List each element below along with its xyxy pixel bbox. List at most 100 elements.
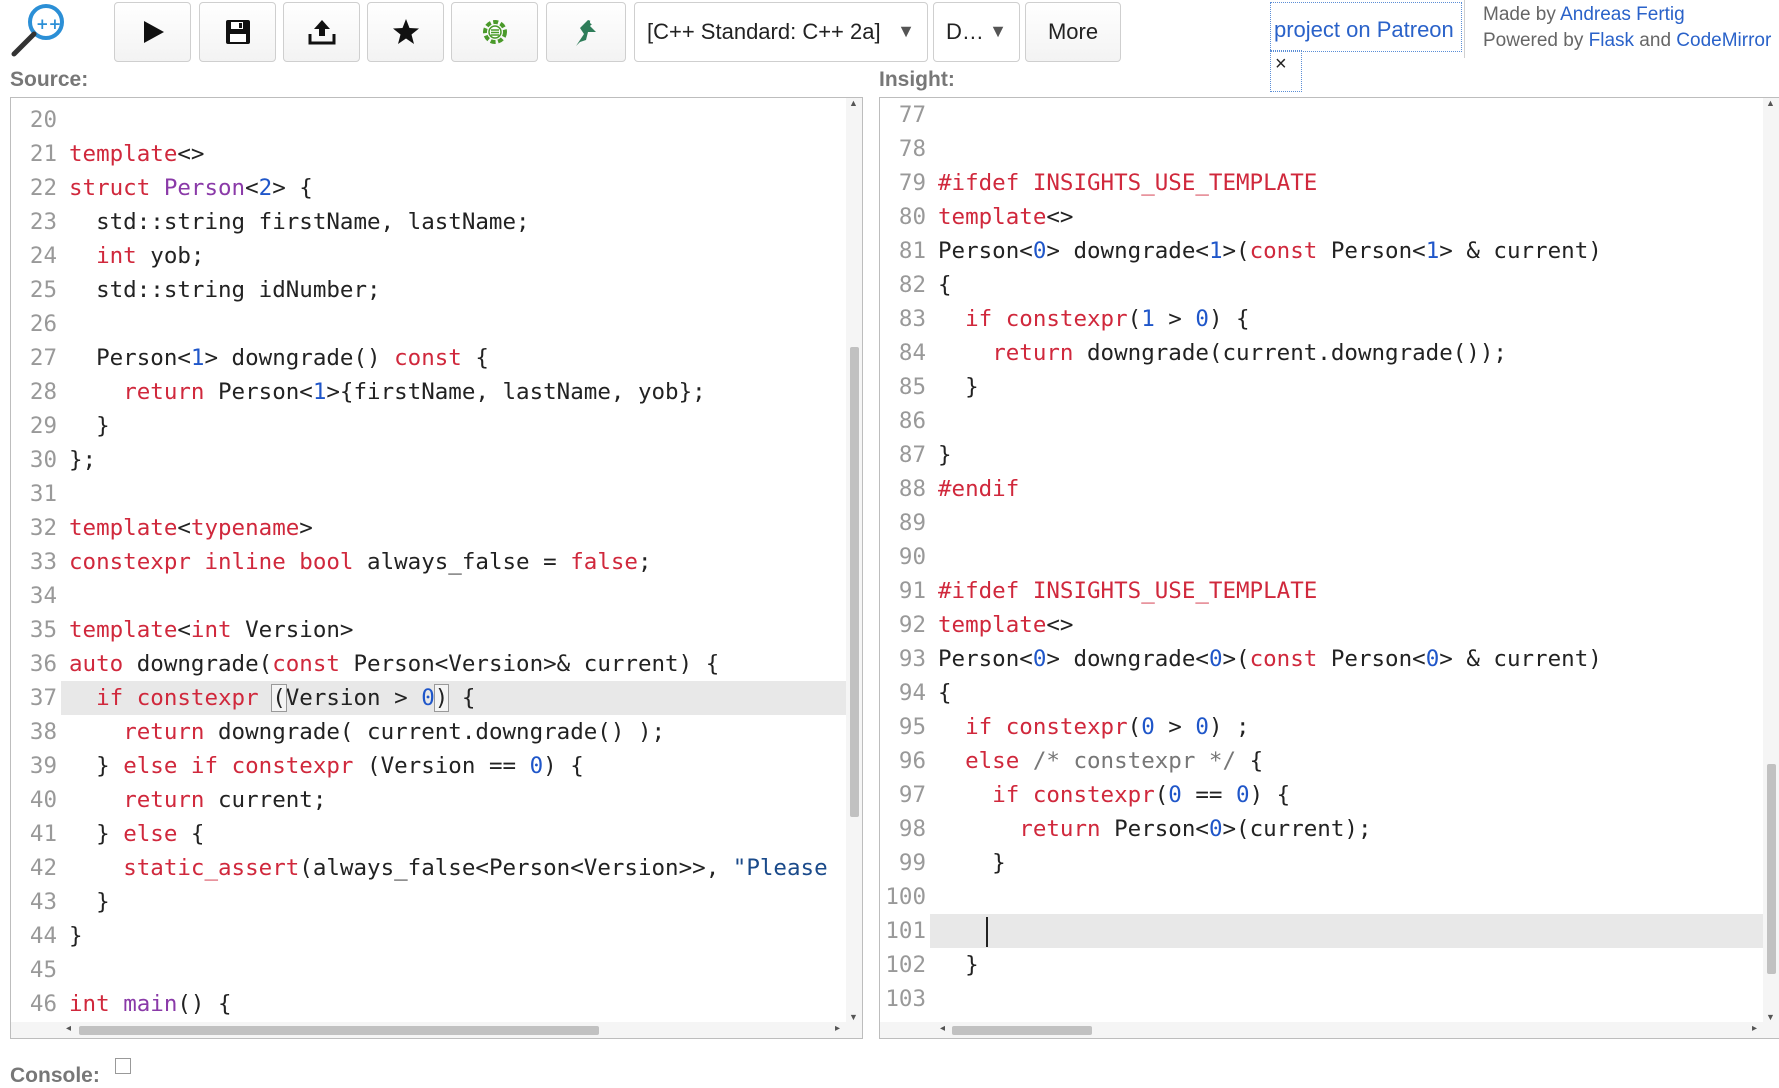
flask-link[interactable]: Flask <box>1589 30 1634 51</box>
code-line[interactable]: 20 <box>11 103 846 137</box>
insight-horizontal-scrollbar[interactable]: ◂ ▸ <box>880 1022 1779 1038</box>
code-line[interactable]: 79 #ifdef INSIGHTS_USE_TEMPLATE <box>880 166 1763 200</box>
code-line[interactable]: 28 return Person<1>{firstName, lastName,… <box>11 375 846 409</box>
code-line[interactable]: 95 if constexpr(0 > 0) ; <box>880 710 1763 744</box>
share-button[interactable] <box>283 2 360 62</box>
code-line[interactable]: 22 struct Person<2> { <box>11 171 846 205</box>
code-line[interactable]: 98 return Person<0>(current); <box>880 812 1763 846</box>
code-line[interactable]: 94 { <box>880 676 1763 710</box>
code-line[interactable]: 81 Person<0> downgrade<1>(const Person<1>… <box>880 234 1763 268</box>
scroll-up-arrow-icon[interactable]: ▲ <box>1766 98 1775 108</box>
code-line[interactable]: 26 <box>11 307 846 341</box>
save-button[interactable] <box>199 2 276 62</box>
code-line[interactable]: 102 } <box>880 948 1763 982</box>
code-line[interactable]: 100 <box>880 880 1763 914</box>
code-line[interactable]: 89 <box>880 506 1763 540</box>
favorite-button[interactable] <box>367 2 444 62</box>
code-line[interactable]: 83 if constexpr(1 > 0) { <box>880 302 1763 336</box>
chevron-down-icon: ▼ <box>897 21 915 41</box>
author-link[interactable]: Andreas Fertig <box>1560 4 1685 25</box>
code-line[interactable]: 97 if constexpr(0 == 0) { <box>880 778 1763 812</box>
more-button[interactable]: More <box>1025 2 1121 62</box>
code-line[interactable]: 38 return downgrade( current.downgrade()… <box>11 715 846 749</box>
line-number: 86 <box>898 408 926 434</box>
code-text: static_assert(always_false<Person<Versio… <box>123 855 828 881</box>
code-line[interactable]: 87} <box>880 438 1763 472</box>
code-line[interactable]: 24 int yob; <box>11 239 846 273</box>
code-line[interactable]: 90 <box>880 540 1763 574</box>
codemirror-link[interactable]: CodeMirror <box>1676 30 1771 51</box>
code-line[interactable]: 23 std::string firstName, lastName; <box>11 205 846 239</box>
line-number: 95 <box>898 714 926 740</box>
code-line[interactable]: 86 <box>880 404 1763 438</box>
scroll-left-arrow-icon[interactable]: ◂ <box>66 1023 71 1034</box>
source-vertical-scroll-thumb[interactable] <box>850 347 859 818</box>
source-vertical-scrollbar[interactable]: ▲ ▼ <box>846 98 862 1022</box>
code-line[interactable]: 91 #ifdef INSIGHTS_USE_TEMPLATE <box>880 574 1763 608</box>
code-line[interactable]: 99 } <box>880 846 1763 880</box>
code-line[interactable]: 35 template<int Version> <box>11 613 846 647</box>
cpp-standard-select[interactable]: [C++ Standard: C++ 2a] ▼ <box>634 2 928 62</box>
code-line[interactable]: 84 return downgrade(current.downgrade())… <box>880 336 1763 370</box>
code-line[interactable]: 78 <box>880 132 1763 166</box>
code-line[interactable]: 29 } <box>11 409 846 443</box>
code-line[interactable]: 36 auto downgrade(const Person<Version>& … <box>11 647 846 681</box>
code-text <box>986 914 988 948</box>
run-button[interactable] <box>114 2 191 62</box>
code-line[interactable]: 30}; <box>11 443 846 477</box>
scroll-down-arrow-icon[interactable]: ▼ <box>1766 1012 1775 1022</box>
code-line[interactable]: 44} <box>11 919 846 953</box>
scroll-right-arrow-icon[interactable]: ▸ <box>1752 1023 1757 1034</box>
scroll-right-arrow-icon[interactable]: ▸ <box>835 1023 840 1034</box>
console-toggle-checkbox[interactable] <box>115 1058 131 1074</box>
code-line[interactable]: 46 int main() { <box>11 987 846 1021</box>
compiler-explorer-button[interactable] <box>451 2 538 62</box>
insight-editor[interactable]: 77 78 79 #ifdef INSIGHTS_USE_TEMPLATE 80 temp… <box>879 97 1779 1039</box>
line-number: 85 <box>898 374 926 400</box>
source-editor[interactable]: 192021template<>22struct Person<2> {23 s… <box>10 97 863 1039</box>
source-horizontal-scroll-thumb[interactable] <box>79 1026 599 1035</box>
patreon-close-button[interactable]: × <box>1270 50 1302 92</box>
scroll-left-arrow-icon[interactable]: ◂ <box>940 1023 945 1034</box>
source-horizontal-scrollbar[interactable]: ◂ ▸ <box>11 1022 862 1038</box>
insight-vertical-scroll-thumb[interactable] <box>1767 763 1776 974</box>
insight-vertical-scrollbar[interactable]: ▲ ▼ <box>1763 98 1779 1022</box>
code-text: int main() { <box>69 991 232 1017</box>
code-line[interactable]: 32 template<typename> <box>11 511 846 545</box>
patreon-link[interactable]: project on Patreon <box>1274 17 1454 43</box>
cpp-insights-logo-icon[interactable]: ++ <box>8 2 72 57</box>
code-text: if constexpr(0 > 0) ; <box>965 714 1250 740</box>
code-text: } <box>938 952 979 978</box>
code-line[interactable]: 31 <box>11 477 846 511</box>
code-line[interactable]: 45 <box>11 953 846 987</box>
code-line[interactable]: 27 Person<1> downgrade() const { <box>11 341 846 375</box>
line-number: 30 <box>29 447 57 473</box>
code-line[interactable]: 34 <box>11 579 846 613</box>
code-line[interactable]: 40 return current; <box>11 783 846 817</box>
code-line[interactable]: 103 <box>880 982 1763 1016</box>
code-line[interactable]: 33 constexpr inline bool always_false = f… <box>11 545 846 579</box>
quick-bench-button[interactable] <box>546 2 626 62</box>
code-line[interactable]: 39 } else if constexpr (Version == 0) { <box>11 749 846 783</box>
code-line[interactable]: 82 { <box>880 268 1763 302</box>
code-line[interactable]: 43 } <box>11 885 846 919</box>
option-select[interactable]: D… ▼ <box>933 2 1020 62</box>
code-line[interactable]: 42 static_assert(always_false<Person<Ver… <box>11 851 846 885</box>
code-line[interactable]: 88 #endif <box>880 472 1763 506</box>
insight-horizontal-scroll-thumb[interactable] <box>952 1026 1092 1035</box>
code-line[interactable]: 96 else /* constexpr */ { <box>880 744 1763 778</box>
code-line[interactable]: 21 template<> <box>11 137 846 171</box>
code-line[interactable]: 92 template<> <box>880 608 1763 642</box>
code-line[interactable]: 37 if constexpr (Version > 0) { <box>30 681 846 715</box>
code-line[interactable]: 93 Person<0> downgrade<0>(const Person<0>… <box>880 642 1763 676</box>
code-line[interactable]: 25 std::string idNumber; <box>11 273 846 307</box>
line-number: 37 <box>29 685 57 711</box>
code-line[interactable]: 85 } <box>880 370 1763 404</box>
code-line[interactable]: 41 } else { <box>11 817 846 851</box>
scroll-up-arrow-icon[interactable]: ▲ <box>849 98 858 108</box>
code-line[interactable]: 80 template<> <box>880 200 1763 234</box>
code-line[interactable]: 77 <box>880 98 1763 132</box>
code-line[interactable]: 101 <box>885 914 1763 948</box>
scroll-down-arrow-icon[interactable]: ▼ <box>849 1012 858 1022</box>
made-by-text: Made by <box>1483 4 1561 25</box>
